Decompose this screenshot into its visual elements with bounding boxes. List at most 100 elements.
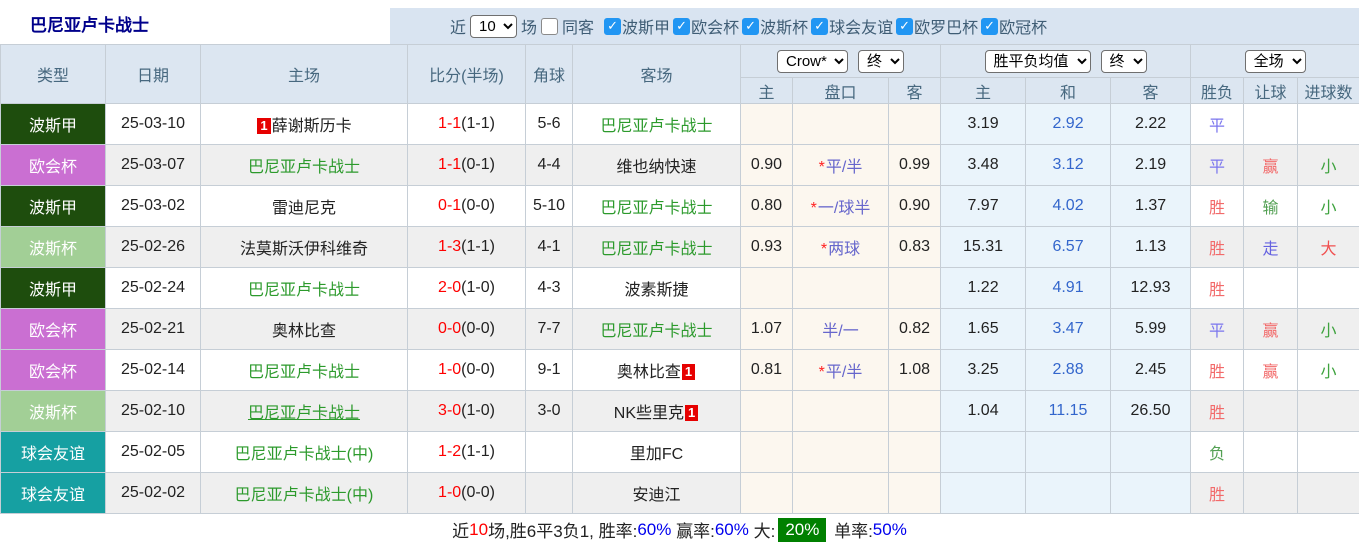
league-filter-checkbox[interactable]: ✓ [896,17,914,35]
home-team-name: 巴尼亚卢卡战士 [247,282,360,299]
handicap-result-cell: 赢 [1243,144,1299,186]
match-table: 类型 日期 主场 比分(半场) 角球 客场 Crow* 终 胜平负均值 终 全场… [0,44,1359,514]
date-cell: 25-03-02 [105,185,201,227]
sub-header-goals: 进球数 [1297,77,1359,104]
home-team-name: 法莫斯沃伊科维奇 [239,241,368,258]
away-team-name: 巴尼亚卢卡战士 [600,200,713,217]
away-team-name: 安迪江 [632,487,681,504]
handicap-result-cell [1243,472,1299,514]
table-row: 波斯杯 25-02-10 巴尼亚卢卡战士 3-0(1-0) 3-0 NK些里克 1 1.04 1… [0,390,1359,432]
home-team-name: 奥林比查 [271,323,336,340]
league-filter-checkbox[interactable]: ✓ [981,17,999,35]
handicap-result-cell [1243,431,1299,473]
away-team-cell: 巴尼亚卢卡战士 [572,308,741,350]
crow-away-odds [887,472,942,514]
score-cell: 3-0(1-0) [407,390,526,432]
league-cell: 波斯杯 [0,390,106,432]
avg-draw-odds: 4.02 [1025,185,1112,227]
table-row: 球会友谊 25-02-02 巴尼亚卢卡战士(中) 1-0(0-0) 安迪江 胜 [0,472,1359,514]
col-header-home: 主场 [200,44,408,104]
result-cell: 平 [1190,144,1245,186]
score-cell: 0-0(0-0) [407,308,526,350]
filter-controls: 近 10 场 同客 ✓ 波斯甲 ✓ 欧会杯 ✓ 波斯杯 ✓ 球会友谊 ✓ 欧罗巴杯 ✓ 欧冠杯 [390,8,1359,44]
away-team-name: 巴尼亚卢卡战士 [600,118,713,135]
col-header-type: 类型 [0,44,106,104]
near-label: 近 [450,20,467,37]
goals-cell: 小 [1297,185,1359,227]
handicap-text: 两球 [828,241,861,258]
avg-home-odds [940,472,1027,514]
league-cell: 欧会杯 [0,144,106,186]
table-row: 欧会杯 25-02-21 奥林比查 0-0(0-0) 7-7 巴尼亚卢卡战士 1.07 半/一… [0,308,1359,350]
date-cell: 25-02-26 [105,226,201,268]
sub-header-handicap-result: 让球 [1243,77,1299,104]
league-cell: 波斯甲 [0,185,106,227]
crow-odds-group-header: Crow* 终 [739,44,942,78]
league-filter-label: 球会友谊 [829,20,894,37]
home-team-name: 雷迪尼克 [271,200,336,217]
score-cell: 1-0(0-0) [407,472,526,514]
sub-header-avg-away: 客 [1110,77,1192,104]
league-filter-checkbox[interactable]: ✓ [811,17,829,35]
date-cell: 25-02-21 [105,308,201,350]
home-team-name[interactable]: 巴尼亚卢卡战士 [248,405,360,422]
goals-cell: 小 [1297,349,1359,391]
recent-count-select[interactable]: 10 [470,14,518,38]
red-count-badge: 1 [257,118,271,134]
goals-cell [1297,472,1359,514]
same-opponent-checkbox[interactable] [541,17,559,35]
avg-odds-select[interactable]: 胜平负均值 [984,49,1091,73]
fulltime-score: 3-0 [438,402,462,419]
halftime-score: (0-0) [461,361,495,378]
handicap-cell [792,472,889,514]
corner-cell: 4-4 [525,144,573,186]
score-cell: 1-0(0-0) [407,349,526,391]
col-header-away: 客场 [572,44,741,104]
avg-draw-odds: 11.15 [1025,390,1112,432]
avg-odds-state-select[interactable]: 终 [1100,49,1147,73]
halftime-score: (0-1) [461,156,495,173]
halftime-score: (0-0) [461,197,495,214]
goals-cell [1297,431,1359,473]
corner-cell [525,431,573,473]
team-match-history-panel: 巴尼亚卢卡战士 近 10 场 同客 ✓ 波斯甲 ✓ 欧会杯 ✓ 波斯杯 ✓ 球会友谊 ✓ 欧罗巴杯… [0,0,1359,543]
corner-cell: 9-1 [525,349,573,391]
red-count-badge: 1 [681,364,696,380]
result-cell: 胜 [1190,185,1245,227]
table-row: 波斯甲 25-02-24 巴尼亚卢卡战士 2-0(1-0) 4-3 波素斯捷 1.22 4.9… [0,267,1359,309]
league-filter: ✓ 球会友谊 [811,14,894,38]
col-header-score: 比分(半场) [407,44,526,104]
score-cell: 1-3(1-1) [407,226,526,268]
away-team-name: 里加FC [629,446,684,463]
sub-header-avg-draw: 和 [1025,77,1112,104]
league-filter-checkbox[interactable]: ✓ [742,17,760,35]
crow-odds-state-select[interactable]: 终 [858,49,905,73]
avg-home-odds [940,431,1027,473]
summary-win-rate: 60% [637,519,672,539]
league-filter-checkbox[interactable]: ✓ [673,17,691,35]
league-filter-checkbox[interactable]: ✓ [604,17,622,35]
avg-away-odds: 2.45 [1110,349,1192,391]
star-icon: * [820,241,828,258]
period-select[interactable]: 全场 [1244,49,1306,73]
halftime-score: (1-0) [461,402,495,419]
league-filter-label: 欧冠杯 [999,20,1048,37]
handicap-text: 一/球半 [817,200,871,217]
result-cell: 平 [1190,103,1245,145]
home-team-cell: 雷迪尼克 [200,185,408,227]
handicap-result-cell [1243,103,1299,145]
avg-odds-group-header: 胜平负均值 终 [940,44,1192,78]
halftime-score: (0-0) [461,320,495,337]
score-cell: 1-1(1-1) [407,103,526,145]
crow-away-odds: 0.82 [887,308,942,350]
home-team-cell: 巴尼亚卢卡战士(中) [200,472,408,514]
bookmaker-select[interactable]: Crow* [777,49,849,73]
star-icon: * [818,364,825,381]
avg-draw-odds [1025,431,1112,473]
corner-cell: 3-0 [525,390,573,432]
score-cell: 2-0(1-0) [407,267,526,309]
check-icon: ✓ [607,18,618,33]
handicap-cell [792,267,889,309]
league-cell: 波斯甲 [0,103,106,145]
crow-home-odds [740,103,793,145]
